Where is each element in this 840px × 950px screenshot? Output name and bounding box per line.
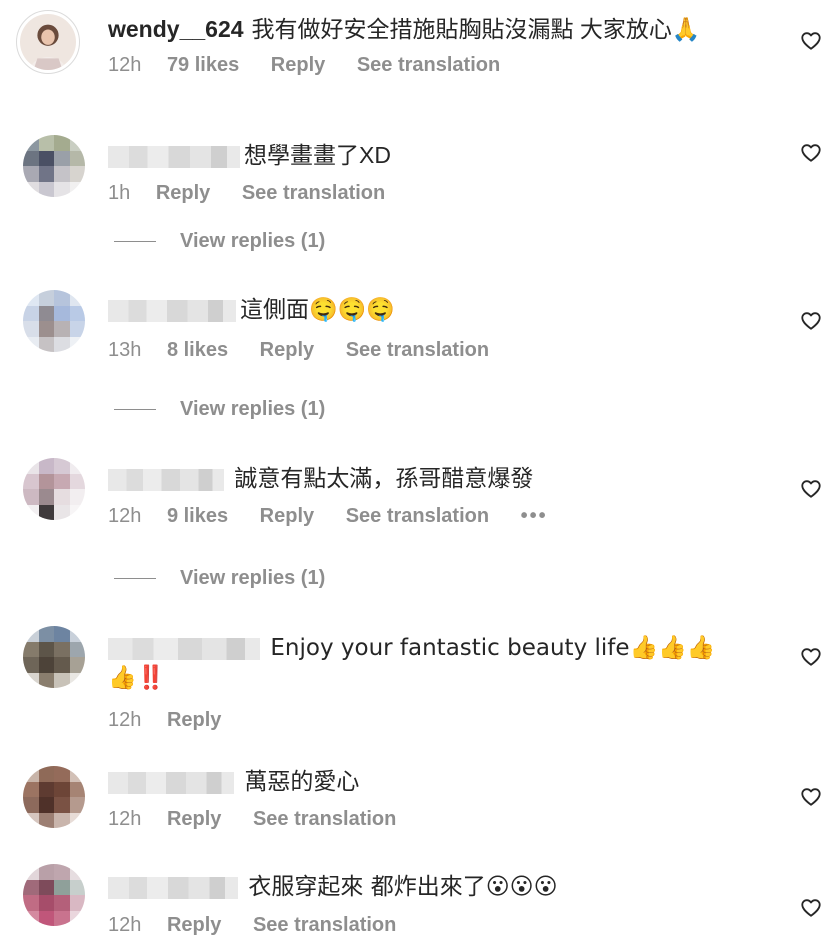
see-translation-button[interactable]: See translation [357, 54, 500, 76]
comment-body: 衣服穿起來 都炸出來了😮😮😮 [248, 874, 558, 900]
username-blurred[interactable] [108, 876, 238, 899]
timestamp[interactable]: 12h [108, 808, 141, 830]
see-translation-button[interactable]: See translation [242, 182, 385, 204]
comment-body: Enjoy your fantastic beauty life👍👍👍 [270, 635, 716, 661]
replies-divider [114, 241, 156, 243]
comment-body: 這側面🤤🤤🤤 [240, 297, 395, 323]
replies-divider [114, 409, 156, 411]
comment-text: Enjoy your fantastic beauty life👍👍👍 [108, 632, 760, 663]
reply-button[interactable]: Reply [156, 182, 210, 204]
comment-body: 萬惡的愛心 [244, 768, 360, 794]
see-translation-button[interactable]: See translation [346, 339, 489, 361]
heart-outline-icon[interactable] [800, 478, 822, 500]
reply-button[interactable]: Reply [271, 54, 325, 76]
see-translation-button[interactable]: See translation [346, 505, 489, 527]
reply-button[interactable]: Reply [167, 808, 221, 830]
see-translation-button[interactable]: See translation [253, 808, 396, 830]
username-blurred[interactable] [108, 145, 240, 168]
reply-button[interactable]: Reply [260, 505, 314, 527]
view-replies-label: View replies (1) [180, 230, 326, 252]
timestamp[interactable]: 13h [108, 339, 141, 361]
comment-body: 誠意有點太滿，孫哥醋意爆發 [234, 465, 534, 491]
view-replies-label: View replies (1) [180, 567, 326, 589]
likes-count[interactable]: 9 likes [167, 505, 228, 527]
avatar[interactable] [23, 458, 85, 520]
heart-outline-icon[interactable] [800, 30, 822, 52]
comment-text: 萬惡的愛心 [108, 766, 760, 796]
timestamp[interactable]: 12h [108, 505, 141, 527]
timestamp[interactable]: 1h [108, 182, 130, 204]
avatar[interactable] [23, 626, 85, 688]
comment-body-continued: 👍‼️ [108, 665, 166, 691]
timestamp[interactable]: 12h [108, 709, 141, 731]
heart-outline-icon[interactable] [800, 646, 822, 668]
comment-text: 這側面🤤🤤🤤 [108, 294, 760, 325]
avatar[interactable] [23, 766, 85, 828]
see-translation-button[interactable]: See translation [253, 914, 396, 936]
reply-button[interactable]: Reply [167, 709, 221, 731]
heart-outline-icon[interactable] [800, 897, 822, 919]
comment-body: 想學畫畫了XD [244, 142, 391, 168]
view-replies-button[interactable]: View replies (1) [114, 230, 325, 253]
heart-outline-icon[interactable] [800, 786, 822, 808]
username-blurred[interactable] [108, 771, 234, 794]
view-replies-button[interactable]: View replies (1) [114, 398, 325, 421]
replies-divider [114, 578, 156, 580]
comment-text: 衣服穿起來 都炸出來了😮😮😮 [108, 871, 760, 902]
timestamp[interactable]: 12h [108, 54, 141, 76]
avatar[interactable] [16, 10, 80, 74]
reply-button[interactable]: Reply [167, 914, 221, 936]
likes-count[interactable]: 79 likes [167, 54, 239, 76]
heart-outline-icon[interactable] [800, 310, 822, 332]
username-blurred[interactable] [108, 637, 260, 660]
avatar[interactable] [23, 290, 85, 352]
view-replies-button[interactable]: View replies (1) [114, 567, 325, 590]
reply-button[interactable]: Reply [260, 339, 314, 361]
username[interactable]: wendy__624 [108, 16, 244, 42]
avatar[interactable] [23, 135, 85, 197]
username-blurred[interactable] [108, 468, 224, 491]
comment-text: wendy__624 我有做好安全措施貼胸貼沒漏點 大家放心🙏 [108, 14, 760, 44]
view-replies-label: View replies (1) [180, 398, 326, 420]
username-blurred[interactable] [108, 299, 236, 322]
avatar[interactable] [23, 864, 85, 926]
more-horizontal-icon[interactable]: ••• [521, 505, 548, 527]
heart-outline-icon[interactable] [800, 142, 822, 164]
comment-text: 誠意有點太滿，孫哥醋意爆發 [108, 463, 760, 493]
comment-body: 我有做好安全措施貼胸貼沒漏點 大家放心🙏 [251, 16, 701, 42]
avatar-image [20, 14, 76, 70]
comment-text: 想學畫畫了XD [108, 140, 760, 170]
likes-count[interactable]: 8 likes [167, 339, 228, 361]
timestamp[interactable]: 12h [108, 914, 141, 936]
